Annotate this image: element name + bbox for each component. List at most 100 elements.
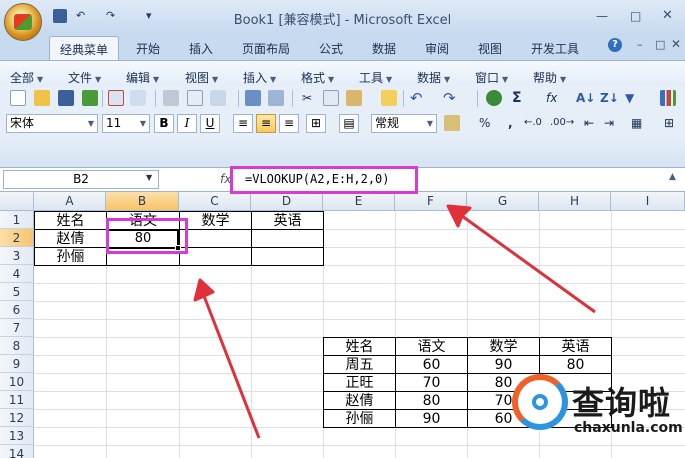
merge-center-button[interactable]: ⊞ xyxy=(306,114,326,133)
autosum-icon[interactable]: Σ xyxy=(512,90,522,106)
italic-button[interactable]: I xyxy=(177,114,197,133)
name-box[interactable]: B2 xyxy=(3,170,159,189)
bold-button[interactable]: B xyxy=(154,114,174,133)
cell-e8[interactable]: 姓名 xyxy=(323,337,396,356)
print-icon[interactable] xyxy=(163,90,179,106)
ribbon-minimize-button[interactable]: – xyxy=(637,38,643,51)
cell-c2[interactable] xyxy=(179,229,252,248)
insert-function-icon[interactable]: fx xyxy=(546,90,557,106)
menu-format[interactable]: 格式 ▼ xyxy=(301,69,334,86)
cell-f11[interactable]: 80 xyxy=(395,391,468,410)
row-header-5[interactable]: 5 xyxy=(0,283,34,301)
minimize-button[interactable]: — xyxy=(596,9,608,23)
tab-classic-menu[interactable]: 经典菜单 xyxy=(49,36,120,60)
select-all-corner[interactable] xyxy=(0,192,34,211)
sort-ascending-icon[interactable]: A↓ xyxy=(576,90,595,106)
filter-icon[interactable]: ▼ xyxy=(625,90,634,106)
hyperlink-icon[interactable] xyxy=(486,90,502,106)
help-icon[interactable]: ? xyxy=(608,38,622,52)
cell-a2[interactable]: 赵倩 xyxy=(34,229,107,248)
row-header-4[interactable]: 4 xyxy=(0,265,34,283)
spelling-icon[interactable] xyxy=(245,90,261,106)
menu-tools[interactable]: 工具 ▼ xyxy=(359,69,392,86)
column-header-c[interactable]: C xyxy=(179,192,251,211)
align-left-button[interactable]: ≡ xyxy=(233,114,253,133)
research-icon[interactable] xyxy=(268,90,284,106)
cell-e11[interactable]: 赵倩 xyxy=(323,391,396,410)
row-header-10[interactable]: 10 xyxy=(0,373,34,391)
cell-f12[interactable]: 90 xyxy=(395,409,468,428)
new-document-icon[interactable] xyxy=(10,90,26,106)
menu-insert[interactable]: 插入 ▼ xyxy=(243,69,276,86)
menu-edit[interactable]: 编辑 ▼ xyxy=(126,69,159,86)
column-header-d[interactable]: D xyxy=(251,192,323,211)
row-header-1[interactable]: 1 xyxy=(0,211,34,229)
number-format-select[interactable]: 常规 ▼ xyxy=(371,114,437,133)
align-right-button[interactable]: ≡ xyxy=(279,114,299,133)
cell-c1[interactable]: 数学 xyxy=(179,211,252,230)
column-header-b[interactable]: B xyxy=(106,192,179,211)
row-header-2[interactable]: 2 xyxy=(0,229,34,247)
tab-developer[interactable]: 开发工具 xyxy=(531,40,579,57)
permission-icon[interactable] xyxy=(82,90,98,106)
row-header-12[interactable]: 12 xyxy=(0,409,34,427)
currency-icon[interactable] xyxy=(444,115,460,131)
cell-d2[interactable] xyxy=(251,229,324,248)
percent-style-button[interactable]: % xyxy=(479,115,490,131)
comma-style-button[interactable]: , xyxy=(508,115,513,131)
chart-icon[interactable] xyxy=(660,90,676,106)
row-header-9[interactable]: 9 xyxy=(0,355,34,373)
office-button[interactable] xyxy=(4,3,42,41)
format-painter-icon[interactable] xyxy=(381,90,397,106)
column-header-f[interactable]: F xyxy=(395,192,467,211)
cut-icon[interactable]: ✂ xyxy=(302,90,312,106)
tab-insert[interactable]: 插入 xyxy=(189,40,213,57)
tab-view[interactable]: 视图 xyxy=(478,40,502,57)
borders-icon[interactable]: ▦ xyxy=(631,115,642,131)
column-header-e[interactable]: E xyxy=(323,192,395,211)
print-preview-icon[interactable] xyxy=(130,90,146,106)
tab-review[interactable]: 审阅 xyxy=(425,40,449,57)
redo-icon[interactable]: ↷ xyxy=(443,90,456,106)
close-window-button[interactable]: ✕ xyxy=(662,8,673,23)
cell-h8[interactable]: 英语 xyxy=(539,337,612,356)
row-header-11[interactable]: 11 xyxy=(0,391,34,409)
ribbon-close-button[interactable]: ✕ xyxy=(671,37,681,51)
decrease-decimal-icon[interactable]: .00→ xyxy=(550,115,574,131)
row-header-8[interactable]: 8 xyxy=(0,337,34,355)
increase-decimal-icon[interactable]: ←.0 xyxy=(524,115,542,131)
column-header-g[interactable]: G xyxy=(467,192,539,211)
cell-d1[interactable]: 英语 xyxy=(251,211,324,230)
column-header-i[interactable]: I xyxy=(611,192,685,211)
tab-formulas[interactable]: 公式 xyxy=(319,40,343,57)
cell-c3[interactable] xyxy=(179,247,252,266)
sort-descending-icon[interactable]: Z↓ xyxy=(600,90,619,106)
paste-icon[interactable] xyxy=(346,90,362,106)
menu-data[interactable]: 数据 ▼ xyxy=(417,69,450,86)
row-header-6[interactable]: 6 xyxy=(0,301,34,319)
save-icon[interactable] xyxy=(58,90,74,106)
ribbon-restore-button[interactable]: □ xyxy=(655,38,665,51)
cell-f8[interactable]: 语文 xyxy=(395,337,468,356)
maximize-button[interactable]: □ xyxy=(630,9,641,23)
row-header-13[interactable]: 13 xyxy=(0,427,34,445)
menu-help[interactable]: 帮助 ▼ xyxy=(533,69,566,86)
cell-f10[interactable]: 70 xyxy=(395,373,468,392)
cell-e12[interactable]: 孙俪 xyxy=(323,409,396,428)
font-size-select[interactable]: 11 ▼ xyxy=(102,114,150,133)
cell-g8[interactable]: 数学 xyxy=(467,337,540,356)
zoom-preview-icon[interactable] xyxy=(187,90,203,106)
cell-e10[interactable]: 正旺 xyxy=(323,373,396,392)
cell-e9[interactable]: 周五 xyxy=(323,355,396,374)
row-header-3[interactable]: 3 xyxy=(0,247,34,265)
column-header-h[interactable]: H xyxy=(539,192,611,211)
font-name-select[interactable]: 宋体 ▼ xyxy=(6,114,98,133)
menu-all[interactable]: 全部 ▼ xyxy=(10,69,43,86)
formula-expand-icon[interactable]: ▲ xyxy=(669,172,676,182)
cell-d3[interactable] xyxy=(251,247,324,266)
increase-indent-icon[interactable]: ⇥ xyxy=(604,115,614,131)
name-box-dropdown-icon[interactable]: ▼ xyxy=(146,173,152,182)
cell-a3[interactable]: 孙俪 xyxy=(34,247,107,266)
align-center-button[interactable]: ≡ xyxy=(256,114,276,133)
menu-window[interactable]: 窗口 ▼ xyxy=(475,69,508,86)
